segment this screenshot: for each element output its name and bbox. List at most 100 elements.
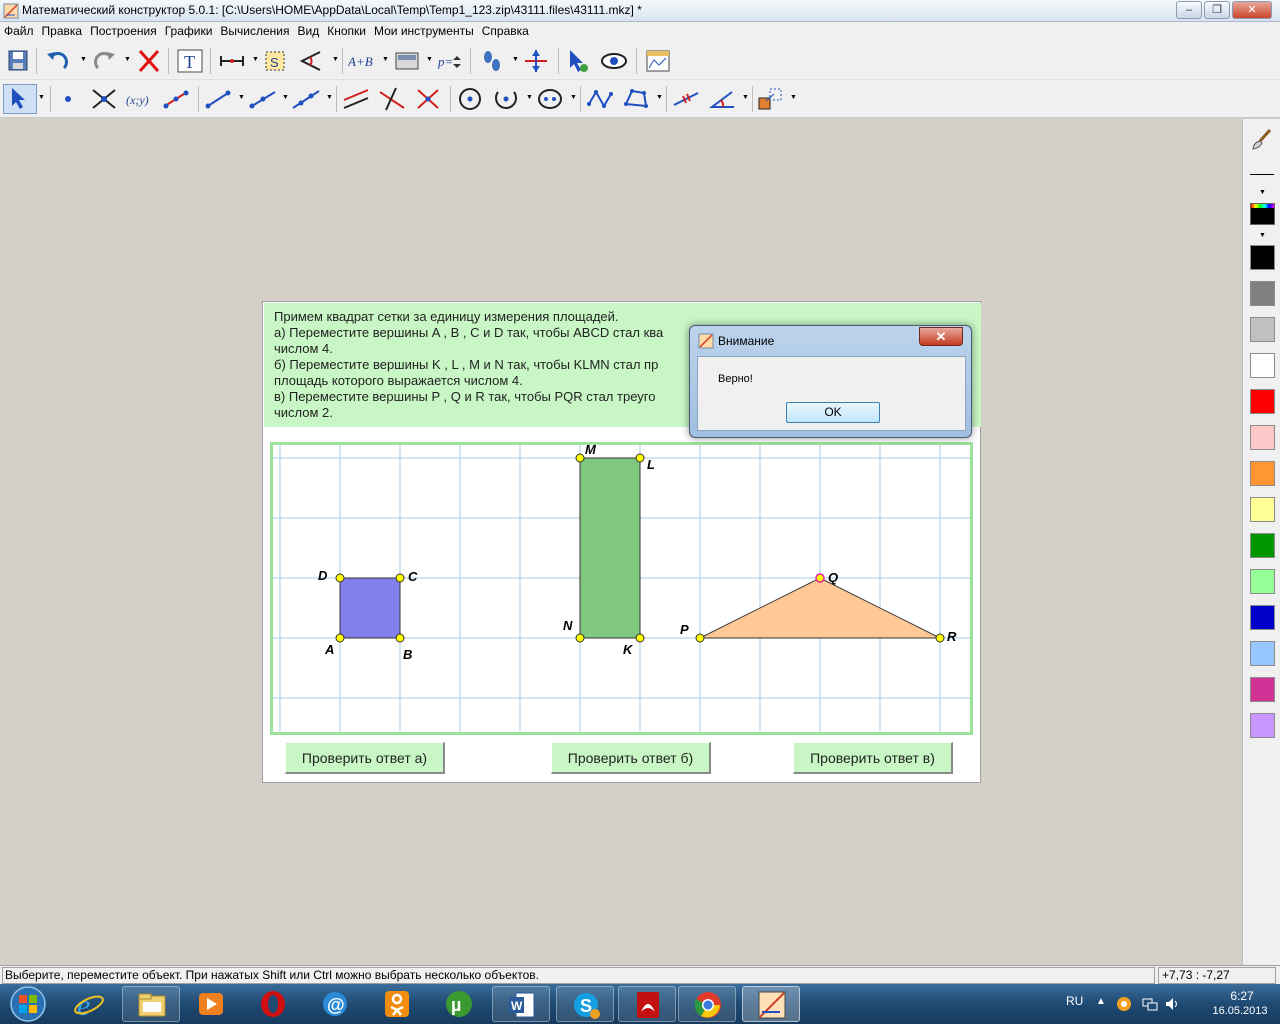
conic-dropdown-icon[interactable]: ▼ xyxy=(570,94,577,101)
minimize-button[interactable]: ‒ xyxy=(1176,1,1202,19)
clock-date[interactable]: 16.05.2013 xyxy=(1200,1005,1280,1017)
taskbar-word-icon[interactable]: W xyxy=(492,986,550,1022)
menu-my-tools[interactable]: Мои инструменты xyxy=(370,22,478,42)
color-swatch-lavender[interactable] xyxy=(1250,713,1275,738)
brush-icon[interactable] xyxy=(1250,127,1274,151)
taskbar-skype-icon[interactable]: S xyxy=(556,986,614,1022)
delete-icon[interactable] xyxy=(135,48,163,74)
segment-tool-icon[interactable] xyxy=(204,86,232,112)
conic-tool-icon[interactable] xyxy=(536,86,564,112)
angle-dropdown-icon[interactable]: ▼ xyxy=(332,56,339,63)
transform-tool-icon[interactable] xyxy=(756,86,784,112)
select-show-icon[interactable] xyxy=(564,48,592,74)
color-swatch-magenta[interactable] xyxy=(1250,677,1275,702)
transform-dropdown-icon[interactable]: ▼ xyxy=(790,94,797,101)
color-swatch-silver[interactable] xyxy=(1250,317,1275,342)
redo-icon[interactable] xyxy=(90,48,118,74)
language-indicator[interactable]: RU xyxy=(1066,994,1083,1008)
redo-dropdown-icon[interactable]: ▼ xyxy=(124,56,131,63)
mark-angle-icon[interactable] xyxy=(708,86,736,112)
color-swatch-green[interactable] xyxy=(1250,533,1275,558)
parallel-line-icon[interactable] xyxy=(342,86,370,112)
save-icon[interactable] xyxy=(4,48,32,74)
tray-app-icon[interactable] xyxy=(1116,996,1132,1012)
menu-view[interactable]: Вид xyxy=(294,22,324,42)
undo-dropdown-icon[interactable]: ▼ xyxy=(80,56,87,63)
animation-tool-icon[interactable] xyxy=(522,48,550,74)
angle-measure-icon[interactable] xyxy=(298,48,326,74)
undo-icon[interactable] xyxy=(44,48,72,74)
clock-time[interactable]: 6:27 xyxy=(1212,989,1272,1003)
line-dropdown-icon[interactable]: ▼ xyxy=(326,94,333,101)
line-width-icon[interactable] xyxy=(1250,174,1274,175)
eye-icon[interactable] xyxy=(600,48,628,74)
circle-tool-icon[interactable] xyxy=(456,86,484,112)
show-hidden-icons-icon[interactable]: ▲ xyxy=(1096,996,1112,1012)
menu-buttons[interactable]: Кнопки xyxy=(323,22,370,42)
taskbar-ie-icon[interactable]: e xyxy=(60,986,118,1022)
text-tool-icon[interactable]: T xyxy=(176,48,204,74)
sum-dropdown-icon[interactable]: ▼ xyxy=(382,56,389,63)
color-swatch-light-blue[interactable] xyxy=(1250,641,1275,666)
menu-constructions[interactable]: Построения xyxy=(86,22,161,42)
ray-dropdown-icon[interactable]: ▼ xyxy=(282,94,289,101)
color-swatch-orange[interactable] xyxy=(1250,461,1275,486)
line-tool-icon[interactable] xyxy=(292,86,320,112)
bisector-icon[interactable] xyxy=(414,86,442,112)
intersection-point-icon[interactable] xyxy=(90,86,118,112)
dialog-ok-button[interactable]: OK xyxy=(786,402,880,423)
midpoint-icon[interactable] xyxy=(162,86,190,112)
point-tool-icon[interactable] xyxy=(54,86,82,112)
taskbar-chrome-icon[interactable] xyxy=(678,986,736,1022)
taskbar-mail-icon[interactable]: @ xyxy=(306,986,364,1022)
current-color-swatch[interactable] xyxy=(1250,203,1275,225)
measure-length-icon[interactable] xyxy=(218,48,246,74)
trace-tool-icon[interactable] xyxy=(478,48,506,74)
network-icon[interactable] xyxy=(1142,996,1158,1012)
ray-tool-icon[interactable] xyxy=(248,86,276,112)
menu-help[interactable]: Справка xyxy=(478,22,533,42)
graph-window-icon[interactable] xyxy=(644,48,672,74)
color-swatch-blue[interactable] xyxy=(1250,605,1275,630)
menu-calculations[interactable]: Вычисления xyxy=(216,22,293,42)
pointer-dropdown-icon[interactable]: ▼ xyxy=(38,94,45,101)
dialog-close-button[interactable]: ✕ xyxy=(919,327,963,346)
polygon-tool-icon[interactable] xyxy=(622,86,650,112)
check-answer-b-button[interactable]: Проверить ответ б) xyxy=(551,742,711,774)
color-swatch-light-yellow[interactable] xyxy=(1250,497,1275,522)
restore-button[interactable]: ❐ xyxy=(1204,1,1230,19)
mark-segment-icon[interactable] xyxy=(672,86,700,112)
polygon-dropdown-icon[interactable]: ▼ xyxy=(656,94,663,101)
menu-file[interactable]: Файл xyxy=(0,22,38,42)
area-tool-icon[interactable]: S xyxy=(262,48,290,74)
taskbar-math-constructor-icon[interactable] xyxy=(742,986,800,1022)
taskbar-explorer-icon[interactable] xyxy=(122,986,180,1022)
calculator-sum-icon[interactable]: A+B xyxy=(347,48,376,74)
segment-dropdown-icon[interactable]: ▼ xyxy=(238,94,245,101)
arc-tool-icon[interactable] xyxy=(492,86,520,112)
arc-dropdown-icon[interactable]: ▼ xyxy=(526,94,533,101)
taskbar-pdf-icon[interactable] xyxy=(618,986,676,1022)
color-dropdown-icon[interactable]: ▼ xyxy=(1259,232,1266,239)
start-button[interactable] xyxy=(4,985,52,1023)
color-swatch-white[interactable] xyxy=(1250,353,1275,378)
parameter-tool-icon[interactable]: p= xyxy=(436,48,464,74)
perpendicular-line-icon[interactable] xyxy=(378,86,406,112)
color-swatch-pink[interactable] xyxy=(1250,425,1275,450)
taskbar-media-player-icon[interactable] xyxy=(182,986,240,1022)
taskbar-utorrent-icon[interactable]: µ xyxy=(430,986,488,1022)
taskbar-odnoklassniki-icon[interactable] xyxy=(368,986,426,1022)
coordinates-point-icon[interactable]: (x;y) xyxy=(126,86,154,112)
measure-dropdown-icon[interactable]: ▼ xyxy=(252,56,259,63)
check-answer-c-button[interactable]: Проверить ответ в) xyxy=(793,742,953,774)
line-width-dropdown-icon[interactable]: ▼ xyxy=(1259,189,1266,196)
color-swatch-red[interactable] xyxy=(1250,389,1275,414)
color-swatch-black[interactable] xyxy=(1250,245,1275,270)
menu-edit[interactable]: Правка xyxy=(38,22,87,42)
taskbar-opera-icon[interactable] xyxy=(244,986,302,1022)
polyline-tool-icon[interactable] xyxy=(586,86,614,112)
trace-dropdown-icon[interactable]: ▼ xyxy=(512,56,519,63)
color-swatch-gray[interactable] xyxy=(1250,281,1275,306)
close-button[interactable]: ✕ xyxy=(1232,1,1272,19)
grid-canvas[interactable]: A B C D N K L M P Q R xyxy=(270,442,973,735)
